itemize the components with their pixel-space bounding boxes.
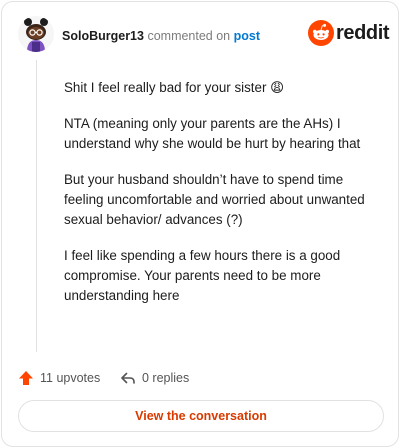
snoo-avatar-icon: [18, 16, 54, 52]
comment-body: Shit I feel really bad for your sister 😩…: [64, 78, 374, 322]
thread-line: [36, 60, 37, 352]
replies-stat[interactable]: 0 replies: [120, 368, 189, 388]
post-link[interactable]: post: [234, 29, 260, 43]
upvote-arrow-icon: [19, 371, 33, 385]
comment-embed-card: SoloBurger13 commented on post reddit Sh…: [1, 1, 399, 447]
comment-footer: 11 upvotes 0 replies: [18, 368, 318, 388]
reddit-logo[interactable]: reddit: [308, 20, 390, 46]
reddit-wordmark: reddit: [336, 22, 390, 44]
comment-byline: SoloBurger13 commented on post: [62, 28, 260, 44]
comment-paragraph: Shit I feel really bad for your sister 😩: [64, 80, 285, 95]
comment-paragraph: I feel like spending a few hours there i…: [64, 248, 341, 303]
user-avatar[interactable]: [18, 16, 54, 52]
upvotes-count: 11 upvotes: [40, 371, 101, 385]
reply-arrow-icon: [121, 372, 135, 384]
comment-header: SoloBurger13 commented on post reddit: [18, 16, 390, 56]
replies-count: 0 replies: [142, 371, 190, 385]
username-link[interactable]: SoloBurger13: [62, 29, 144, 43]
upvotes-stat[interactable]: 11 upvotes: [18, 368, 100, 388]
comment-paragraph: But your husband shouldn’t have to spend…: [64, 172, 365, 227]
comment-paragraph: NTA (meaning only your parents are the A…: [64, 116, 361, 151]
action-text: commented on: [147, 29, 231, 43]
view-conversation-button[interactable]: View the conversation: [18, 400, 384, 432]
reddit-snoo-icon: [308, 20, 334, 46]
